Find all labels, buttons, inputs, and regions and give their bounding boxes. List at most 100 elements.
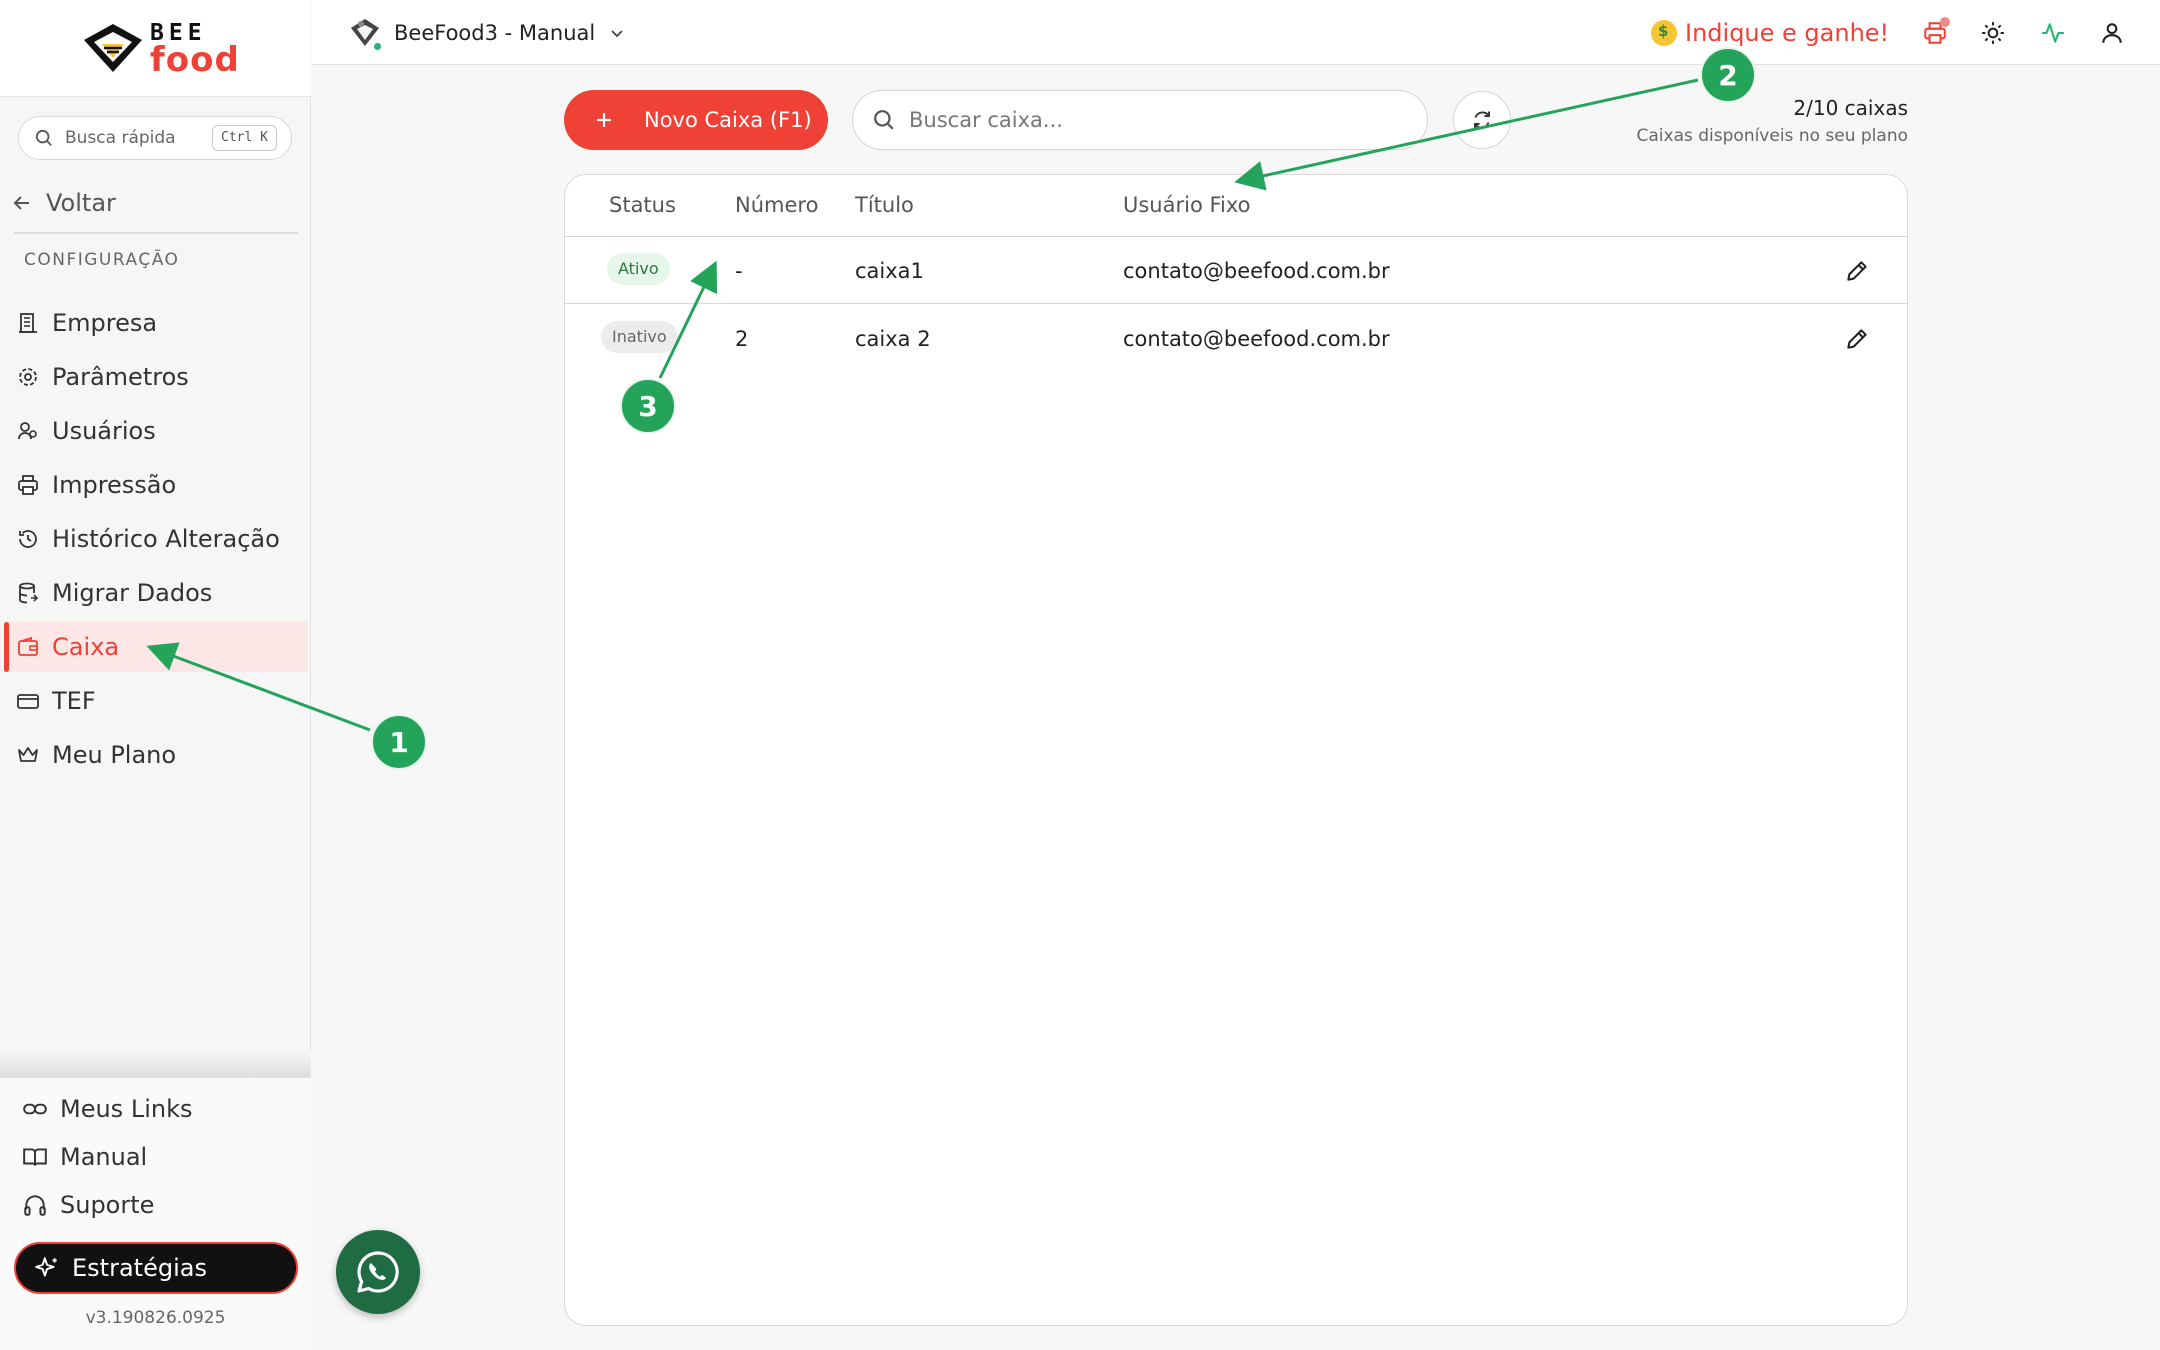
annotation-marker-2: 2 [1700,47,1756,103]
notification-dot [1940,17,1950,27]
quick-search-label: Busca rápida [65,128,176,148]
cell-titulo: caixa 2 [855,327,931,351]
link-icon [23,1103,47,1115]
crown-icon [14,741,42,769]
sidebar-item-suporte[interactable]: Suporte [22,1185,154,1225]
column-header-numero[interactable]: Número [735,193,818,217]
status-badge: Inativo [601,321,678,353]
printer-icon [14,471,42,499]
status-badge: Ativo [607,253,670,285]
sidebar-fade [0,1050,311,1078]
cell-usuario-fixo: contato@beefood.com.br [1123,327,1390,351]
refer-label: Indique e ganhe! [1685,19,1890,47]
sidebar-item-historico[interactable]: Histórico Alteração [4,514,308,564]
sidebar-item-label: Migrar Dados [52,579,213,607]
plus-icon [597,113,611,127]
book-icon [23,1148,47,1166]
annotation-marker-3: 3 [620,378,676,434]
table-row[interactable]: Inativo 2 caixa 2 contato@beefood.com.br [565,305,1907,372]
back-link[interactable]: Voltar [12,186,116,220]
cell-numero: - [735,259,743,283]
bottom-item-label: Manual [60,1143,148,1171]
table-header: Status Número Título Usuário Fixo [565,175,1907,237]
sidebar-item-tef[interactable]: TEF [4,676,308,726]
money-face-icon [1651,20,1677,46]
sidebar-item-empresa[interactable]: Empresa [4,298,308,348]
cell-numero: 2 [735,327,749,351]
plan-usage-count: 2/10 caixas [1793,96,1908,120]
user-icon [2102,23,2122,43]
strategies-label: Estratégias [72,1254,207,1282]
logo-text-food: food [150,40,240,80]
chevron-down-icon [611,30,623,38]
cash-register-table: Status Número Título Usuário Fixo Ativo … [564,174,1908,1326]
sidebar-item-migrar-dados[interactable]: Migrar Dados [4,568,308,618]
pencil-icon [1847,329,1867,349]
sidebar-item-meu-plano[interactable]: Meu Plano [4,730,308,780]
sidebar-item-usuarios[interactable]: Usuários [4,406,308,456]
whatsapp-icon [357,1251,399,1293]
sidebar-item-label: Empresa [52,309,158,337]
online-status-dot [372,41,383,52]
pencil-icon [1847,261,1867,281]
sidebar-item-label: Meu Plano [52,741,177,769]
arrow-left-icon [13,196,29,210]
search-input[interactable] [909,108,1389,132]
annotation-marker-1: 1 [371,714,427,770]
bottom-item-label: Meus Links [60,1095,193,1123]
back-label: Voltar [46,189,116,217]
headphones-icon [24,1195,46,1216]
sun-icon [1982,22,2004,44]
new-cash-register-button[interactable]: Novo Caixa (F1) [564,90,828,150]
company-name: BeeFood3 - Manual [394,21,596,45]
theme-toggle-button[interactable] [1976,16,2010,50]
refresh-button[interactable] [1453,91,1511,149]
plan-usage-subtitle: Caixas disponíveis no seu plano [1636,126,1909,146]
sidebar-item-label: Impressão [52,471,177,499]
search-icon [35,129,52,146]
sidebar: BEE food Busca rápida Ctrl K Voltar CONF… [0,0,311,1350]
column-header-titulo[interactable]: Título [855,193,914,217]
version-label: v3.190826.0925 [85,1308,226,1328]
column-header-status[interactable]: Status [609,193,676,217]
edit-button[interactable] [1841,323,1873,355]
users-icon [14,417,42,445]
sidebar-item-label: TEF [52,687,96,715]
sidebar-item-impressao[interactable]: Impressão [4,460,308,510]
card-icon [14,687,42,715]
gear-icon [14,363,42,391]
sidebar-item-caixa[interactable]: Caixa [4,622,308,672]
company-switcher[interactable]: BeeFood3 - Manual [348,14,625,52]
company-logo [348,16,383,52]
sidebar-item-label: Usuários [52,417,156,445]
sidebar-item-meus-links[interactable]: Meus Links [22,1089,192,1129]
sparkles-icon [35,1257,57,1277]
activity-icon [2042,23,2064,43]
sidebar-item-label: Histórico Alteração [52,525,280,553]
sidebar-item-label: Parâmetros [52,363,189,391]
user-menu-button[interactable] [2095,16,2129,50]
table-row[interactable]: Ativo - caixa1 contato@beefood.com.br [565,237,1907,304]
quick-search-button[interactable]: Busca rápida Ctrl K [18,116,292,160]
sidebar-item-parametros[interactable]: Parâmetros [4,352,308,402]
printer-button[interactable] [1918,16,1952,50]
cell-titulo: caixa1 [855,259,924,283]
shortcut-badge: Ctrl K [212,125,277,151]
sidebar-item-manual[interactable]: Manual [22,1137,147,1177]
history-icon [14,525,42,553]
strategies-button[interactable]: Estratégias [14,1242,298,1294]
edit-button[interactable] [1841,255,1873,287]
refer-link[interactable]: Indique e ganhe! [1651,14,1889,52]
whatsapp-button[interactable] [336,1230,420,1314]
sidebar-item-label: Caixa [52,633,120,661]
wallet-icon [14,633,42,661]
logo[interactable]: BEE food [0,0,311,97]
section-title: CONFIGURAÇÃO [24,250,180,270]
column-header-usuario-fixo[interactable]: Usuário Fixo [1123,193,1251,217]
activity-button[interactable] [2036,16,2070,50]
bottom-item-label: Suporte [60,1191,155,1219]
bee-logo-icon [84,24,142,72]
database-icon [14,579,42,607]
cell-usuario-fixo: contato@beefood.com.br [1123,259,1390,283]
new-button-label: Novo Caixa (F1) [644,108,812,132]
